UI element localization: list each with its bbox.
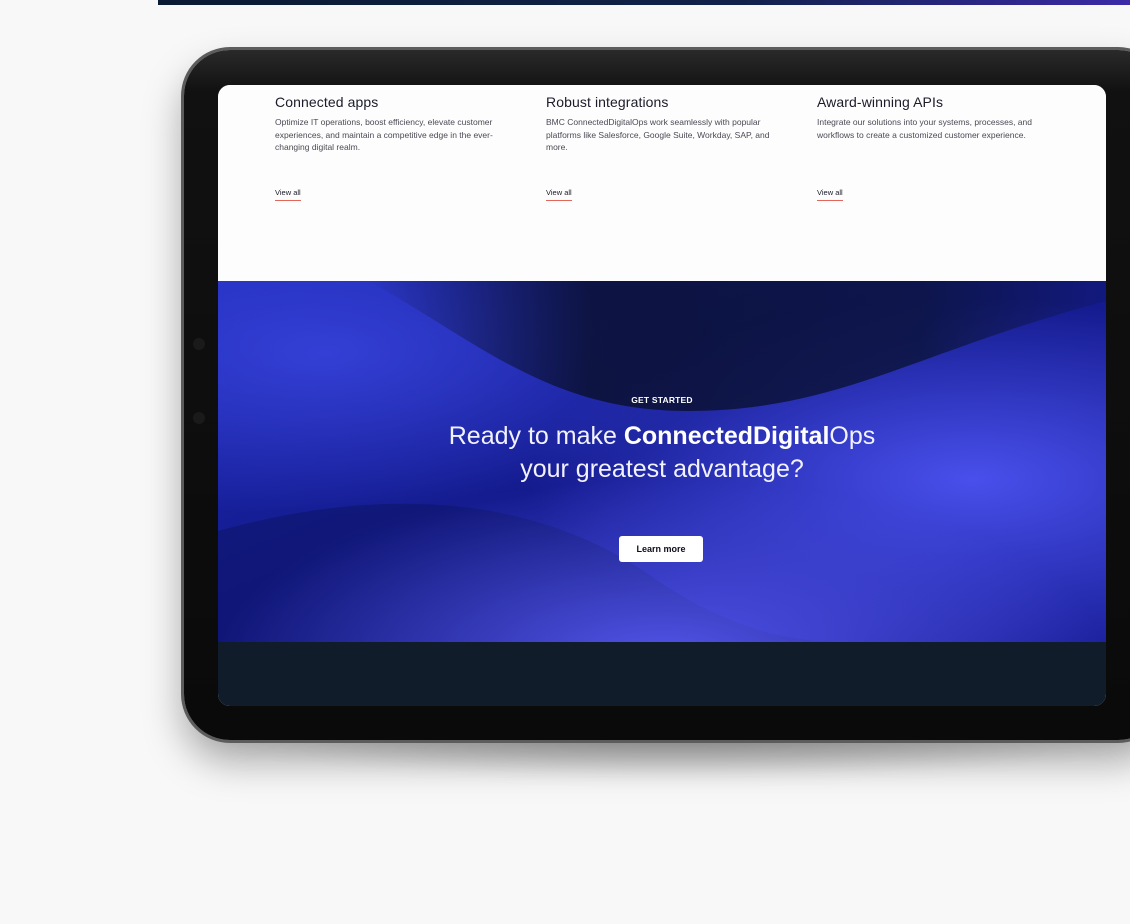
hero-headline: Ready to make ConnectedDigitalOps your g… [218,420,1106,486]
view-all-link[interactable]: View all [546,188,572,201]
headline-suffix: Ops [829,422,876,450]
page-footer [218,642,1106,706]
feature-title: Award-winning APIs [817,94,944,110]
feature-award-winning-apis: Award-winning APIs Integrate our solutio… [817,94,1052,201]
feature-title: Robust integrations [546,94,669,110]
feature-connected-apps: Connected apps Optimize IT operations, b… [275,94,510,201]
camera-icon [193,338,205,350]
feature-description: Integrate our solutions into your system… [817,117,1032,140]
headline-prefix: Ready to make [448,422,624,450]
sensor-icon [193,412,205,424]
learn-more-button[interactable]: Learn more [619,536,703,562]
get-started-hero: GET STARTED Ready to make ConnectedDigit… [218,281,1106,642]
mockup-stage: Connected apps Optimize IT operations, b… [0,0,1130,924]
feature-description: Optimize IT operations, boost efficiency… [275,117,493,152]
view-all-link[interactable]: View all [817,188,843,201]
headline-line2: your greatest advantage? [520,455,804,483]
features-section: Connected apps Optimize IT operations, b… [218,85,1106,281]
tablet-screen: Connected apps Optimize IT operations, b… [218,85,1106,706]
hero-eyebrow: GET STARTED [631,395,693,405]
view-all-link[interactable]: View all [275,188,301,201]
top-banner-strip [158,0,1130,5]
feature-robust-integrations: Robust integrations BMC ConnectedDigital… [546,94,781,201]
headline-bold: ConnectedDigital [623,422,830,450]
feature-description: BMC ConnectedDigitalOps work seamlessly … [546,117,770,152]
feature-title: Connected apps [275,94,379,110]
